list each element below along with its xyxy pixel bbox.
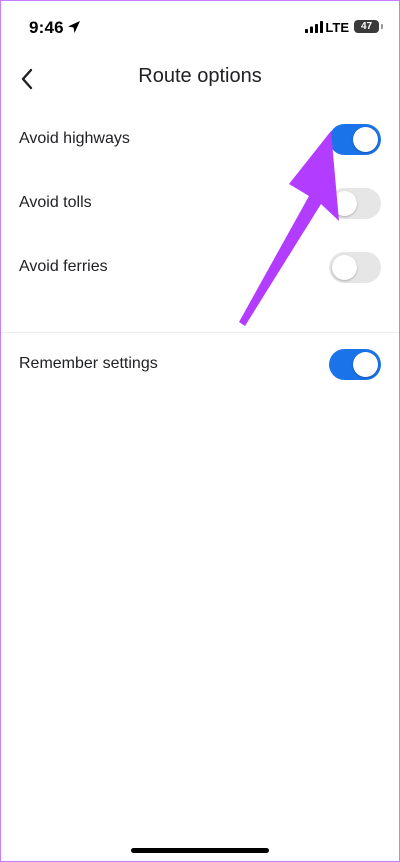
status-bar: 9:46 LTE 47 bbox=[1, 1, 399, 55]
battery-cap bbox=[381, 24, 383, 29]
setting-row-remember-settings[interactable]: Remember settings bbox=[1, 333, 399, 397]
setting-label: Remember settings bbox=[19, 355, 158, 372]
toggle-knob bbox=[353, 352, 378, 377]
setting-label: Avoid ferries bbox=[19, 258, 108, 275]
status-time: 9:46 bbox=[29, 18, 64, 37]
location-arrow-icon bbox=[68, 21, 80, 33]
setting-label: Avoid tolls bbox=[19, 194, 92, 211]
pointer-arrow-icon bbox=[239, 131, 339, 326]
battery-indicator: 47 bbox=[354, 20, 379, 33]
toggle-knob bbox=[353, 127, 378, 152]
remember-settings-toggle[interactable] bbox=[329, 349, 381, 380]
home-indicator[interactable] bbox=[131, 848, 269, 853]
network-type-label: LTE bbox=[325, 20, 349, 35]
setting-label: Avoid highways bbox=[19, 130, 130, 147]
cellular-signal-icon bbox=[305, 21, 323, 33]
phone-screen: 9:46 LTE 47 Route options Avoid highways bbox=[0, 0, 400, 862]
app-header: Route options bbox=[1, 55, 399, 103]
page-title: Route options bbox=[138, 65, 262, 87]
